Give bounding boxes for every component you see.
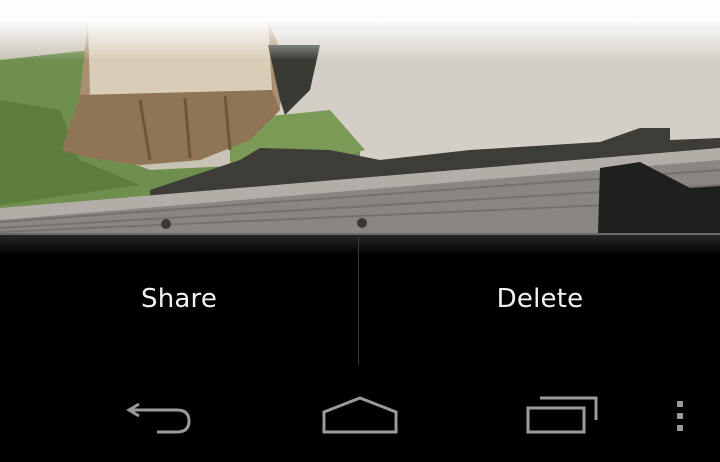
gallery-screen: Share Delete [0,0,720,462]
overflow-menu-button[interactable] [660,383,700,449]
photo-top-fade [0,0,720,60]
delete-button[interactable]: Delete [360,233,720,365]
photo-view[interactable] [0,0,720,233]
action-button-divider [358,237,359,365]
back-icon [126,402,191,434]
share-button[interactable]: Share [0,233,358,365]
home-icon [322,396,398,434]
overflow-menu-icon [677,401,683,431]
action-bar: Share Delete [0,233,720,365]
home-button[interactable] [310,383,410,449]
navigation-bar [0,365,720,462]
recent-apps-button[interactable] [512,383,612,449]
recent-apps-icon [526,396,598,434]
back-button[interactable] [110,383,210,449]
